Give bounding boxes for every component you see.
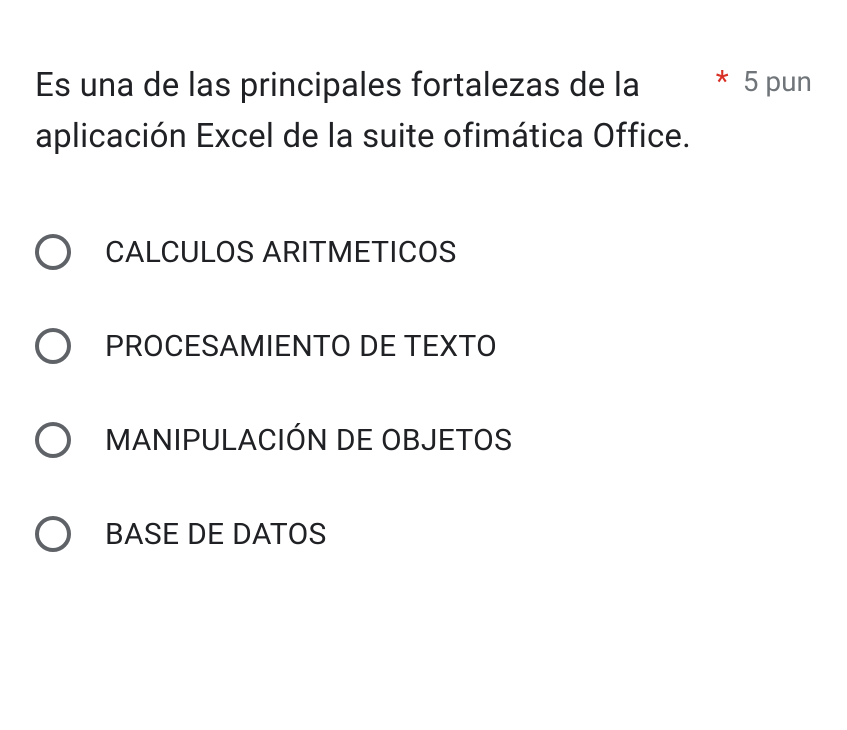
required-asterisk: * — [716, 64, 729, 99]
points-label: 5 pun — [743, 65, 812, 98]
question-meta: * 5 pun — [716, 64, 812, 99]
radio-icon — [35, 422, 71, 458]
option-calculos-aritmeticos[interactable]: CALCULOS ARITMETICOS — [35, 234, 812, 270]
radio-icon — [35, 516, 71, 552]
radio-icon — [35, 234, 71, 270]
option-label: CALCULOS ARITMETICOS — [105, 235, 457, 270]
question-text: Es una de las principales fortalezas de … — [35, 60, 696, 162]
options-list: CALCULOS ARITMETICOS PROCESAMIENTO DE TE… — [35, 234, 812, 552]
option-manipulacion-de-objetos[interactable]: MANIPULACIÓN DE OBJETOS — [35, 422, 812, 458]
option-base-de-datos[interactable]: BASE DE DATOS — [35, 516, 812, 552]
option-label: BASE DE DATOS — [105, 517, 327, 552]
question-header: Es una de las principales fortalezas de … — [35, 60, 812, 162]
option-procesamiento-de-texto[interactable]: PROCESAMIENTO DE TEXTO — [35, 328, 812, 364]
question-container: Es una de las principales fortalezas de … — [0, 0, 847, 582]
option-label: PROCESAMIENTO DE TEXTO — [105, 329, 497, 364]
radio-icon — [35, 328, 71, 364]
option-label: MANIPULACIÓN DE OBJETOS — [105, 423, 512, 458]
